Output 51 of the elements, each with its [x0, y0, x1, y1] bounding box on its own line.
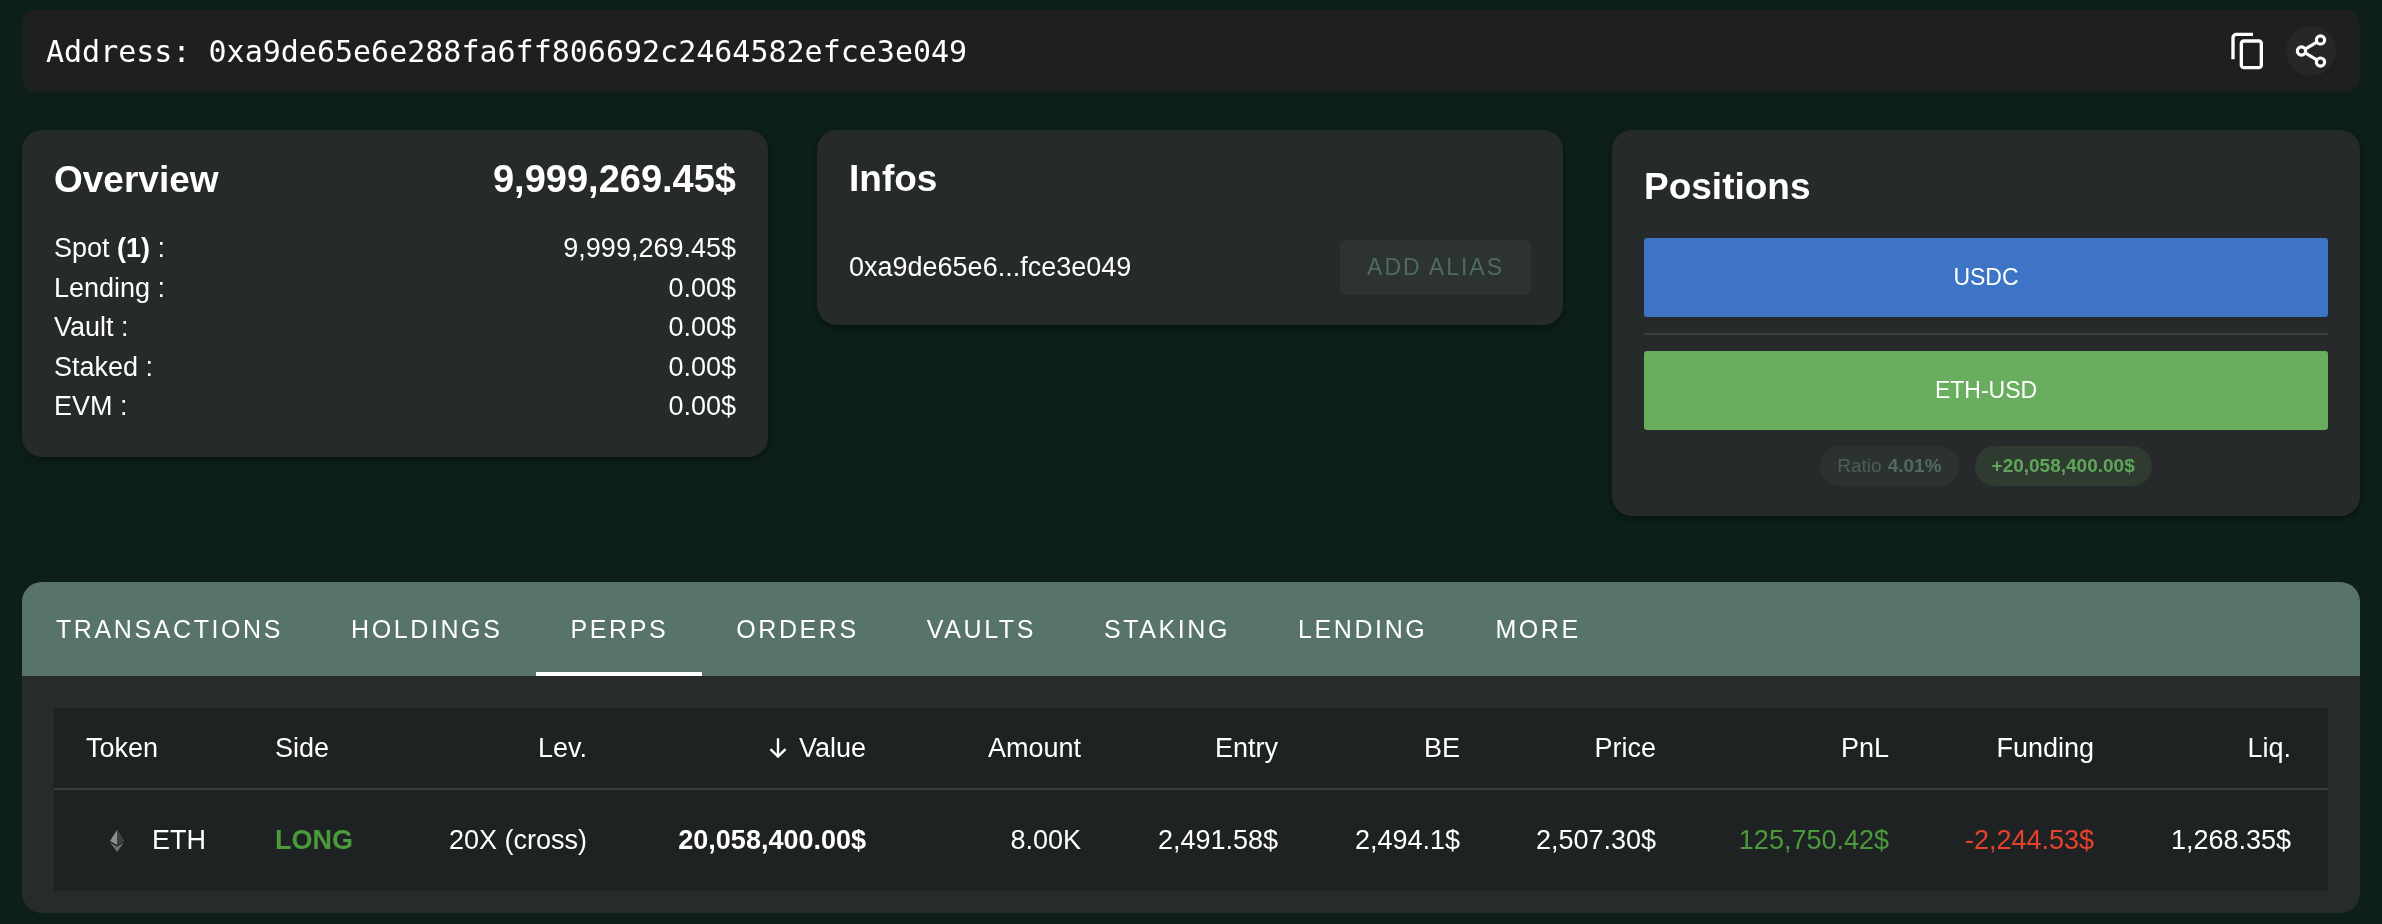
column-header[interactable]: Funding [1996, 732, 2094, 764]
overview-total: 9,999,269.45$ [493, 158, 736, 201]
share-icon[interactable] [2286, 26, 2336, 76]
table-cell: 2,507.30$ [1535, 825, 1656, 856]
tab[interactable]: HOLDINGS [317, 582, 537, 676]
balance-label: EVM : [54, 390, 128, 423]
overview-title: Overview [54, 158, 219, 201]
column-header[interactable]: Amount [987, 732, 1081, 764]
balance-value: 0.00$ [668, 350, 736, 384]
column-header[interactable]: Entry [1214, 732, 1278, 764]
tab[interactable]: ORDERS [702, 582, 893, 676]
infos-title: Infos [849, 158, 939, 200]
balance-value: 0.00$ [668, 390, 736, 423]
balance-value: 0.00$ [668, 311, 736, 344]
table-cell: LONG [275, 825, 353, 856]
table-cell: 20,058,400.00$ [678, 825, 866, 856]
column-header[interactable]: Value [798, 732, 866, 764]
positions-title: Positions [1644, 166, 1812, 208]
tab[interactable]: TRANSACTIONS [22, 582, 318, 676]
balance-label: Vault : [54, 311, 129, 344]
balance-label: Spot (1) : [54, 232, 166, 265]
column-header[interactable]: Side [275, 732, 330, 764]
tab[interactable]: STAKING [1069, 582, 1265, 676]
short-address: 0xa9de65e6...fce3e049 [849, 252, 1132, 283]
column-header[interactable]: Token [86, 732, 159, 764]
tab[interactable]: VAULTS [892, 582, 1070, 676]
tab[interactable]: LENDING [1264, 582, 1462, 676]
position-bar: ETH-USD [1644, 351, 2328, 430]
balance-label: Staked : [54, 350, 154, 384]
table-cell: 2,494.1$ [1354, 825, 1460, 856]
column-header[interactable]: BE [1423, 732, 1460, 764]
column-header[interactable]: Liq. [2247, 732, 2291, 764]
eth-diamond-icon [110, 829, 124, 852]
tab[interactable]: MORE [1461, 582, 1615, 676]
column-header[interactable]: Lev. [537, 732, 587, 764]
table-cell: ETH [152, 825, 206, 856]
balance-value: 0.00$ [668, 271, 736, 305]
table-cell: 2,491.58$ [1157, 825, 1278, 856]
column-header[interactable]: Price [1594, 732, 1656, 764]
table-cell: 20X (cross) [448, 825, 587, 856]
position-bar: USDC [1644, 238, 2328, 317]
table-cell: 8.00K [1010, 825, 1081, 856]
table-cell: 1,268.35$ [2170, 825, 2291, 856]
balance-value: 9,999,269.45$ [563, 232, 736, 265]
table-cell: 125,750.42$ [1738, 825, 1889, 856]
table-cell: -2,244.53$ [1964, 825, 2094, 856]
column-header[interactable]: PnL [1840, 732, 1889, 764]
tab[interactable]: PERPS [536, 582, 703, 676]
address-text: Address: 0xa9de65e6e288fa6ff806692c2464582efce3e049 [46, 33, 969, 69]
pnl-chip: +20,058,400.00$ [1974, 446, 2152, 486]
balance-label: Lending : [54, 271, 166, 305]
